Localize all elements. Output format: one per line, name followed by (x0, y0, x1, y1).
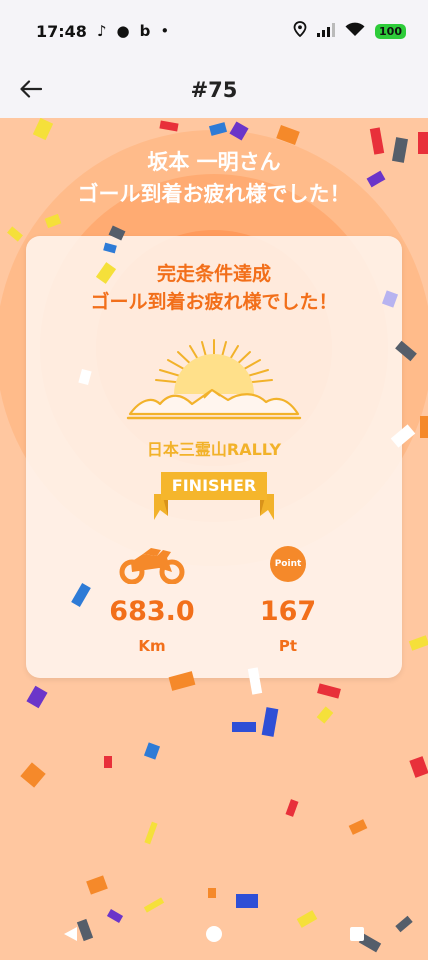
congrats-heading: 坂本 一明さん ゴール到着お疲れ様でした！ (0, 146, 428, 210)
b-icon: b (139, 22, 151, 40)
nav-recents-icon[interactable] (348, 925, 366, 947)
arrow-left-icon (20, 80, 42, 98)
status-bar: 17:48 ♪ ● b • 100 (0, 0, 428, 62)
nav-home-icon[interactable] (204, 924, 224, 948)
page-title: #75 (190, 78, 238, 102)
distance-stat: 683.0 Km (92, 542, 212, 655)
tiktok-icon: ♪ (96, 22, 107, 40)
back-button[interactable] (16, 74, 46, 104)
result-screen: 坂本 一明さん ゴール到着お疲れ様でした！ 完走条件達成 ゴール到着お疲れ様でし… (0, 118, 428, 960)
system-navigation-bar (0, 912, 428, 960)
signal-icon (317, 22, 336, 41)
location-icon (293, 21, 307, 41)
sunrise-mountain-icon (126, 339, 302, 420)
distance-value: 683.0 (109, 596, 195, 627)
points-value: 167 (259, 596, 317, 627)
nav-back-icon[interactable] (62, 925, 80, 947)
app-bar: #75 (0, 62, 428, 118)
finisher-card: 完走条件達成 ゴール到着お疲れ様でした！ 日本三霊山RALLY FINISHER… (26, 236, 402, 678)
points-stat: Point 167 Pt (228, 542, 348, 655)
dot-icon: • (160, 22, 170, 40)
motorcycle-icon (119, 548, 185, 584)
battery-icon: 100 (375, 23, 406, 39)
completion-condition-text: 完走条件達成 (156, 263, 271, 285)
congrats-message: ゴール到着お疲れ様でした！ (77, 182, 351, 206)
rally-name: 日本三霊山RALLY (146, 440, 282, 459)
card-title: 完走条件達成 ゴール到着お疲れ様でした！ (26, 260, 402, 316)
distance-unit: Km (138, 637, 166, 655)
status-time: 17:48 (36, 21, 87, 41)
circle-icon: ● (116, 22, 130, 40)
system-icons: 100 (293, 21, 406, 41)
point-icon: Point (270, 546, 306, 582)
wifi-icon (345, 22, 365, 41)
user-name-line: 坂本 一明さん (147, 150, 281, 174)
points-unit: Pt (278, 637, 298, 655)
finisher-badge: FINISHER (171, 476, 257, 495)
notification-icons: ♪ ● b • (97, 22, 169, 40)
goal-message: ゴール到着お疲れ様でした！ (90, 291, 338, 313)
